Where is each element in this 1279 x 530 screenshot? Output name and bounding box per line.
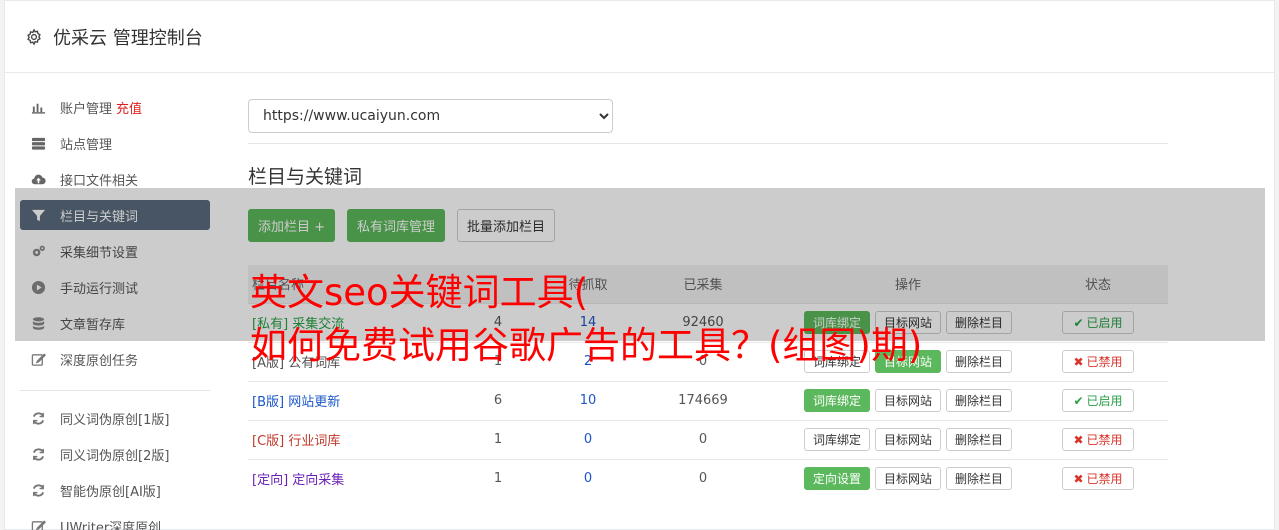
edit-icon xyxy=(31,352,46,366)
edit-icon xyxy=(31,519,46,530)
column-name-cell[interactable]: [定向] 定向采集 xyxy=(248,458,438,498)
sidebar-item-label: 同义词伪原创[2版] xyxy=(60,448,170,464)
sidebar-item-synonym-v2[interactable]: 同义词伪原创[2版] xyxy=(20,439,210,469)
headline-overlay: 英文seo关键词工具( 如何免费试用谷歌广告的工具？(组图)期) xyxy=(250,266,1070,372)
site-select[interactable]: https://www.ucaiyun.com xyxy=(248,99,613,133)
sidebar-item-ai-rewrite[interactable]: 智能伪原创[AI版] xyxy=(20,475,210,505)
column-name: 行业词库 xyxy=(288,434,341,449)
table-row: [B版] 网站更新 6 10 174669 词库绑定 目标网站 删除栏目 ✔ 已启用 xyxy=(248,380,1168,420)
column-tag: [C版] xyxy=(252,434,285,449)
column-tag: [B版] xyxy=(252,395,285,410)
cell-value: 1 xyxy=(438,419,558,459)
cell-pending[interactable]: 0 xyxy=(558,419,618,459)
target-site-button[interactable]: 目标网站 xyxy=(874,467,941,491)
status-toggle[interactable]: ✔ 已启用 xyxy=(1062,389,1134,412)
targeted-settings-button[interactable]: 定向设置 xyxy=(803,467,870,491)
table-row: [C版] 行业词库 1 0 0 词库绑定 目标网站 删除栏目 ✖ 已禁用 xyxy=(248,419,1168,459)
target-site-button[interactable]: 目标网站 xyxy=(874,389,941,412)
cross-icon: ✖ xyxy=(1073,432,1084,447)
cell-value: 6 xyxy=(438,380,558,420)
cross-icon: ✖ xyxy=(1073,354,1084,369)
refresh-icon xyxy=(32,411,45,425)
refresh-icon xyxy=(32,483,45,497)
recharge-link[interactable]: 充值 xyxy=(116,98,142,117)
bar-chart-icon xyxy=(31,103,46,114)
status-label: 已禁用 xyxy=(1086,472,1123,487)
check-icon: ✔ xyxy=(1073,393,1084,408)
page-title: 栏目与关键词 xyxy=(248,166,363,188)
headline-line-2: 如何免费试用谷歌广告的工具？(组图)期) xyxy=(250,324,923,367)
column-name: 网站更新 xyxy=(288,395,341,410)
sidebar-item-sites[interactable]: 站点管理 xyxy=(20,128,210,158)
refresh-icon xyxy=(32,447,45,461)
column-name-cell[interactable]: [C版] 行业词库 xyxy=(248,419,438,459)
sidebar-item-synonym-v1[interactable]: 同义词伪原创[1版] xyxy=(20,403,210,433)
app-title: 优采云 管理控制台 xyxy=(53,27,203,49)
sidebar-item-deep-original[interactable]: 深度原创任务 xyxy=(20,344,210,374)
column-name: 定向采集 xyxy=(292,473,345,489)
cell-pending[interactable]: 0 xyxy=(558,458,618,498)
column-tag: [定向] xyxy=(252,473,289,489)
sidebar-item-label: 站点管理 xyxy=(60,137,113,153)
column-name-cell[interactable]: [B版] 网站更新 xyxy=(248,380,438,420)
target-site-button[interactable]: 目标网站 xyxy=(874,428,941,451)
cell-collected: 0 xyxy=(618,419,788,459)
sidebar-item-account[interactable]: 账户管理 充值 xyxy=(20,92,210,122)
cross-icon: ✖ xyxy=(1073,471,1084,486)
cloud-upload-icon xyxy=(31,174,46,184)
sidebar-item-label: UWriter深度原创 xyxy=(60,520,162,530)
cell-collected: 0 xyxy=(618,458,788,498)
cell-value: 1 xyxy=(438,458,558,498)
status-toggle[interactable]: ✖ 已禁用 xyxy=(1062,350,1134,373)
panel-header: 优采云 管理控制台 xyxy=(5,1,1274,73)
status-label: 已禁用 xyxy=(1086,355,1123,369)
cell-collected: 174669 xyxy=(618,380,788,420)
delete-column-button[interactable]: 删除栏目 xyxy=(946,428,1013,451)
headline-line-1: 英文seo关键词工具( xyxy=(250,271,589,314)
status-toggle[interactable]: ✖ 已禁用 xyxy=(1062,428,1134,451)
divider xyxy=(248,143,1168,144)
sidebar-divider xyxy=(20,390,210,391)
status-toggle[interactable]: ✖ 已禁用 xyxy=(1062,467,1134,491)
sidebar-item-label: 接口文件相关 xyxy=(60,173,139,189)
status-label: 已禁用 xyxy=(1086,433,1123,447)
table-row: [定向] 定向采集 1 0 0 定向设置 目标网站 删除栏目 ✖ 已禁用 xyxy=(248,458,1168,498)
sidebar-item-label: 智能伪原创[AI版] xyxy=(60,484,161,500)
status-label: 已启用 xyxy=(1086,394,1123,408)
server-icon xyxy=(31,137,46,150)
sidebar-item-uwriter[interactable]: UWriter深度原创 xyxy=(20,511,210,530)
lexicon-bind-button[interactable]: 词库绑定 xyxy=(803,389,870,412)
sidebar-item-label: 深度原创任务 xyxy=(60,353,139,369)
delete-column-button[interactable]: 删除栏目 xyxy=(946,467,1013,491)
delete-column-button[interactable]: 删除栏目 xyxy=(946,389,1013,412)
lexicon-bind-button[interactable]: 词库绑定 xyxy=(803,428,870,451)
cell-pending[interactable]: 10 xyxy=(558,380,618,420)
sidebar-item-label: 账户管理 xyxy=(60,101,113,117)
gear-icon xyxy=(27,27,41,46)
sidebar-item-label: 同义词伪原创[1版] xyxy=(60,412,170,428)
